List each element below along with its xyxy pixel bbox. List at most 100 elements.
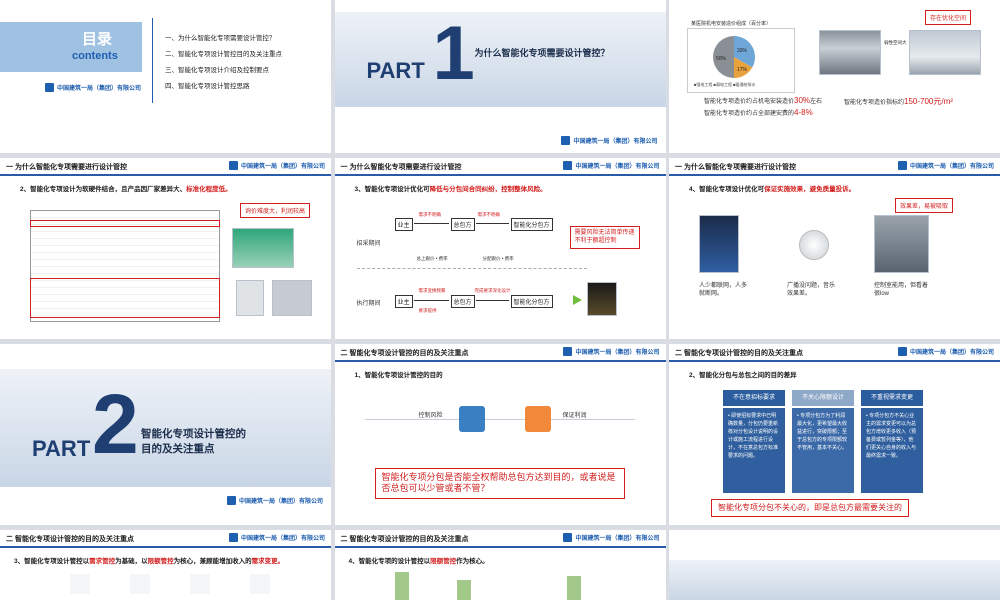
slide-thumbnail-5[interactable]: 一 为什么智能化专项需要进行设计管控 中国建筑一局（集团）有限公司 3、智能化专… [334, 158, 666, 339]
r1-below-b: 分配跟价 • 费率 [482, 256, 514, 261]
chart-partial-2 [456, 580, 471, 600]
header-logo: 中国建筑一局（集团）有限公司 [563, 347, 660, 356]
contents-item-1: 一、为什么智能化专项需要设计管控？ [165, 35, 276, 42]
slide-thumbnail-9[interactable]: 二 智能化专项设计管控的目的及关注重点 中国建筑一局（集团）有限公司 2、智能化… [669, 344, 1000, 525]
speaker-image [799, 230, 829, 260]
footer-logo: 中国建筑一局（集团）有限公司 [226, 496, 323, 505]
slide-subtitle: 3、智能化专项设计优化可降低与分包间合同纠纷，控制整体风险。 [355, 183, 547, 193]
header-title: 一 为什么智能化专项需要进行设计管控 [675, 164, 796, 171]
table-highlight-2 [30, 278, 220, 318]
contents-item-4: 四、智能化专项设计管控思路 [165, 83, 250, 90]
subtitle-highlight: 限额管控 [430, 558, 457, 565]
arrow-4 [475, 300, 509, 301]
slide-header: 一 为什么智能化专项需要进行设计管控 中国建筑一局（集团）有限公司 [0, 158, 331, 176]
col2-body: • 专项分包方为了利润最大化，更希望最大收益进行，突破限额；至于总包方的专项限额… [792, 408, 854, 493]
table-highlight-1 [30, 220, 220, 227]
subtitle-highlight-2: 限额管控 [147, 558, 174, 565]
pie-chart-title: 某医院机电安装造价组成（百分率） [691, 21, 772, 27]
gc-box-1: 总包方 [450, 218, 475, 231]
slide-thumbnail-8[interactable]: 二 智能化专项设计管控的目的及关注重点 中国建筑一局（集团）有限公司 1、智能化… [334, 344, 666, 525]
control-room-image [819, 30, 881, 75]
risk-icon [458, 406, 485, 432]
chart-partial-1 [394, 572, 409, 600]
company-name: 中国建筑一局（集团）有限公司 [575, 536, 660, 542]
green-arrow-icon [572, 295, 582, 305]
risk-callout: 需要风险无法简单传递 不利于额超控制 [569, 226, 640, 249]
cost-line-3-text: 智能化专项造价指标约 [844, 100, 905, 106]
pie-chart: 33% 17% 50% [713, 35, 756, 78]
header-logo: 中国建筑一局（集团）有限公司 [228, 533, 325, 542]
owner-box-2: 业主 [394, 295, 413, 308]
header-title: 一 为什么智能化专项需要进行设计管控 [340, 164, 462, 171]
company-logo: 中国建筑一局（集团）有限公司 [45, 83, 141, 92]
subtitle-text-2: 为基础，以 [115, 558, 148, 565]
header-logo: 中国建筑一局（集团）有限公司 [228, 161, 325, 170]
chart-partial-3 [566, 576, 581, 600]
item-control-risk: 控制风险 [418, 413, 443, 419]
slide-subtitle: 3、智能化专项设计管控以需求管控为基础，以限额管控为核心，兼顾能增加收入的需求变… [14, 555, 284, 565]
slide-footer: 中国建筑一局（集团）有限公司 [335, 131, 666, 153]
contents-panel [0, 22, 142, 72]
header-title: 二 智能化专项设计管控的目的及关注重点 [340, 350, 469, 357]
col1-head: 不在意招标要求 [723, 390, 785, 406]
equipment-image-1 [232, 228, 294, 268]
header-logo: 中国建筑一局（集团）有限公司 [563, 533, 660, 542]
part-title: 为什么智能化专项需要设计管控？ [474, 48, 610, 58]
control-room-image [874, 215, 929, 273]
logo-mark-icon [897, 347, 907, 356]
meeting-image [586, 282, 617, 316]
pie-legend: ■强电工程 ■弱电工程 ■暖通给排水 [694, 82, 756, 87]
contents-item-3: 三、智能化专项设计介绍及控制要点 [165, 67, 269, 74]
contents-title: 目录 [82, 31, 113, 48]
note-r1b: 需求不明确 [477, 212, 501, 217]
logo-mark-icon [226, 496, 236, 505]
col1-body: • 即使招标要求中已明确数量，分包仍要重新核对分包设计说明的设计或施工流程进行设… [723, 408, 785, 493]
slide-thumbnail-6[interactable]: 一 为什么智能化专项需要进行设计管控 中国建筑一局（集团）有限公司 4、智能化专… [669, 158, 1000, 339]
gc-box-2: 总包方 [450, 295, 475, 308]
col2-head: 不关心限额设计 [792, 390, 854, 406]
flow-divider [356, 268, 587, 269]
partial-content [30, 574, 310, 594]
caption-1: 人少都联网，人多 就断网。 [699, 283, 748, 298]
cost-line-1-text: 智能化专项造价约占机电安装造价 [704, 99, 795, 105]
subtitle-highlight-1: 需求管控 [89, 558, 116, 565]
cost-line-3: 智能化专项造价指标约150-700元/m² [844, 96, 953, 107]
company-name: 中国建筑一局（集团）有限公司 [240, 164, 325, 170]
slide-header: 一 为什么智能化专项需要进行设计管控 中国建筑一局（集团）有限公司 [334, 158, 666, 176]
slide-thumbnail-3[interactable]: 某医院机电安装造价组成（百分率） 33% 17% 50% ■强电工程 ■弱电工程… [669, 0, 1000, 153]
subtitle-text: 2、智能化专项设计为软硬件结合，且产品因厂家差异大、 [20, 186, 187, 193]
part-title-line-2: 目的及关注重点 [141, 443, 215, 455]
cost-line-2-text: 智能化专项造价约占全部建安费的 [704, 111, 795, 117]
company-name: 中国建筑一局（集团）有限公司 [575, 164, 660, 170]
part-word: PART [32, 436, 91, 461]
question-callout: 智能化专项分包是否能全权帮助总包方达到目的，或者说是否总包可以少管或者不管？ [374, 468, 625, 499]
company-name: 中国建筑一局（集团）有限公司 [909, 350, 994, 356]
subtitle-highlight-3: 需求变更。 [251, 558, 285, 565]
row1-label: 招采期间 [356, 241, 381, 247]
slide-thumbnail-7[interactable]: PART 2 智能化专项设计管控的 目的及关注重点 中国建筑一局（集团）有限公司 [0, 344, 331, 525]
caption-3: 控制室能用，但看着 很low [874, 283, 929, 298]
slide-thumbnail-11[interactable]: 二 智能化专项设计管控的目的及关注重点 中国建筑一局（集团）有限公司 4、智能化… [334, 530, 666, 600]
pie-label-2: 17% [737, 67, 748, 73]
logo-mark-icon [897, 161, 907, 170]
subtitle-text: 4、智能化专项设计优化可 [689, 186, 765, 193]
slide-thumbnail-4[interactable]: 一 为什么智能化专项需要进行设计管控 中国建筑一局（集团）有限公司 2、智能化专… [0, 158, 331, 339]
slide-header: 一 为什么智能化专项需要进行设计管控 中国建筑一局（集团）有限公司 [669, 158, 1000, 176]
arrow-2 [475, 223, 509, 224]
item-profit: 保证利润 [562, 413, 587, 419]
phone-wifi-image [699, 215, 739, 273]
conclusion-callout: 智能化专项分包不关心的，即是总包方最需要关注的 [711, 499, 909, 517]
col3-body: • 专项分包方不关心业主的需求变更可以为总包方增收更多收入（预备费或暂列金等），… [861, 408, 923, 493]
cost-line-2: 智能化专项造价约占全部建安费的4-8% [704, 108, 813, 117]
company-name: 中国建筑一局（集团）有限公司 [57, 86, 142, 92]
section-band [669, 560, 1000, 600]
subtitle-text-3: 为核心，兼顾能增加收入的 [173, 558, 252, 565]
slide-thumbnail-2[interactable]: PART 1 为什么智能化专项需要设计管控？ 中国建筑一局（集团）有限公司 [334, 0, 666, 153]
slide-thumbnail-10[interactable]: 二 智能化专项设计管控的目的及关注重点 中国建筑一局（集团）有限公司 3、智能化… [0, 530, 331, 600]
slide-thumbnail-12[interactable] [669, 530, 1000, 600]
note-r2a: 需求变换频繁 [418, 288, 446, 293]
arrow-3 [413, 300, 449, 301]
slide-thumbnail-1[interactable]: 目录 contents 中国建筑一局（集团）有限公司 一、为什么智能化专项需要设… [0, 0, 331, 153]
sub-box-1: 智能化分包方 [510, 218, 553, 231]
slide-subtitle: 2、智能化分包与总包之间的目的差异 [689, 372, 797, 379]
